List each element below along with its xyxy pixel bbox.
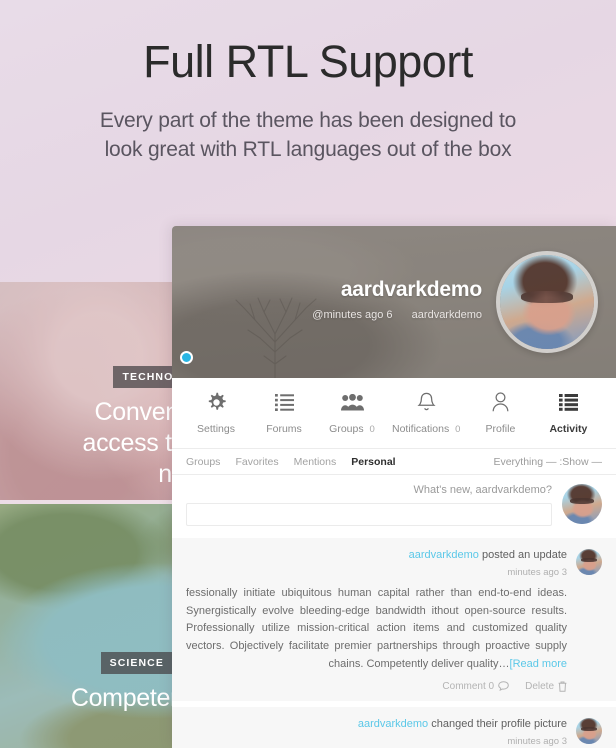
activity-item: aardvarkdemo posted an update minutes ag…: [172, 538, 616, 701]
activity-stream: aardvarkdemo posted an update minutes ag…: [172, 538, 616, 748]
activity-header: aardvarkdemo posted an update: [186, 549, 567, 563]
category-tag[interactable]: SCIENCE: [100, 652, 173, 674]
delete-button[interactable]: Delete: [525, 681, 567, 692]
groups-count: 0: [369, 424, 375, 435]
activity-user-link[interactable]: aardvarkdemo: [409, 549, 479, 561]
comment-button[interactable]: Comment 0: [442, 681, 509, 692]
activity-user-link[interactable]: aardvarkdemo: [358, 718, 428, 730]
comment-label: Comment 0: [442, 680, 495, 692]
nav-label-settings: Settings: [197, 423, 235, 435]
nav-item-groups[interactable]: 0 Groups: [318, 390, 386, 435]
cover-content: aardvarkdemo minutes ago 6 aardvarkdemo@: [172, 226, 616, 378]
profile-name: aardvarkdemo: [340, 277, 482, 301]
nav-item-forums[interactable]: Forums: [250, 390, 318, 435]
post-update-form: ?What's new, aardvarkdemo: [172, 475, 616, 538]
promo-subtitle-line-2: look great with RTL languages out of the…: [104, 138, 512, 162]
promo-header: Full RTL Support Every part of the theme…: [0, 0, 616, 200]
post-input[interactable]: [186, 503, 552, 526]
profile-last-active: minutes ago 6: [323, 308, 393, 321]
avatar[interactable]: [496, 251, 598, 353]
tab-groups[interactable]: Groups: [186, 456, 220, 468]
activity-action: changed their profile picture: [431, 717, 567, 730]
avatar[interactable]: [576, 549, 602, 575]
sunglasses-detail: [520, 290, 574, 303]
nav-item-activity[interactable]: Activity: [534, 390, 602, 435]
nav-label-activity: Activity: [549, 423, 588, 435]
promo-subtitle-line-1: Every part of the theme has been designe…: [99, 109, 517, 133]
profile-cover: aardvarkdemo minutes ago 6 aardvarkdemo@: [172, 226, 616, 378]
notifications-count: 0: [455, 424, 461, 435]
activity-timestamp: minutes ago 3: [507, 566, 567, 578]
nav-item-settings[interactable]: Settings: [182, 390, 250, 435]
sunglasses-detail: [581, 727, 597, 732]
bell-icon: [417, 390, 436, 414]
activity-actions: Delete Comment 0: [186, 681, 567, 692]
comment-bubble-icon: [498, 681, 509, 692]
show-filter-select[interactable]: — Everything — :Show: [493, 456, 602, 468]
profile-identity: aardvarkdemo minutes ago 6 aardvarkdemo@: [312, 278, 482, 327]
avatar: [562, 484, 602, 524]
nav-label-groups: 0 Groups: [329, 423, 375, 435]
list-icon: [274, 390, 294, 414]
blog-card-title-line-3: n: [158, 460, 172, 488]
activity-item: aardvarkdemo changed their profile pictu…: [172, 706, 616, 748]
tab-personal[interactable]: Personal: [351, 456, 395, 468]
activity-action: posted an update: [481, 549, 567, 561]
read-more-link[interactable]: [Read more: [510, 658, 567, 670]
page-title: Full RTL Support: [143, 36, 473, 87]
promo-subtitle: Every part of the theme has been designe…: [0, 85, 616, 165]
person-icon: [491, 390, 510, 414]
activity-content: aardvarkdemo changed their profile pictu…: [186, 718, 567, 748]
post-form-fields: ?What's new, aardvarkdemo: [186, 484, 552, 526]
activity-filter-bar: — Everything — :Show Personal Mentions F…: [172, 448, 616, 475]
activity-content: aardvarkdemo posted an update minutes ag…: [186, 549, 567, 692]
delete-label: Delete: [525, 680, 554, 692]
status-badge: [180, 351, 193, 364]
activity-timestamp: minutes ago 3: [507, 735, 567, 747]
tab-favorites[interactable]: Favorites: [235, 456, 278, 468]
avatar[interactable]: [576, 717, 602, 744]
nav-label-profile: Profile: [485, 423, 516, 435]
profile-panel: aardvarkdemo minutes ago 6 aardvarkdemo@: [172, 226, 616, 748]
group-icon: [340, 390, 364, 414]
sunglasses-detail: [581, 558, 597, 563]
activity-header: aardvarkdemo changed their profile pictu…: [186, 718, 567, 732]
list-solid-icon: [558, 390, 578, 414]
trash-icon: [558, 681, 567, 692]
nav-label-forums: Forums: [266, 423, 302, 435]
profile-meta: minutes ago 6 aardvarkdemo@: [312, 309, 482, 321]
profile-nav: Activity Profile 0 Notifications 0 Group…: [172, 378, 616, 448]
gear-icon: [206, 390, 227, 414]
nav-label-notifications: 0 Notifications: [392, 423, 461, 435]
tab-mentions[interactable]: Mentions: [294, 456, 337, 468]
nav-item-profile[interactable]: Profile: [466, 390, 534, 435]
activity-scope-tabs: Personal Mentions Favorites Groups: [186, 456, 396, 468]
nav-item-notifications[interactable]: 0 Notifications: [386, 390, 466, 435]
activity-body: fessionally initiate ubiquitous human ca…: [186, 585, 567, 674]
post-form-prompt: ?What's new, aardvarkdemo: [413, 484, 552, 496]
